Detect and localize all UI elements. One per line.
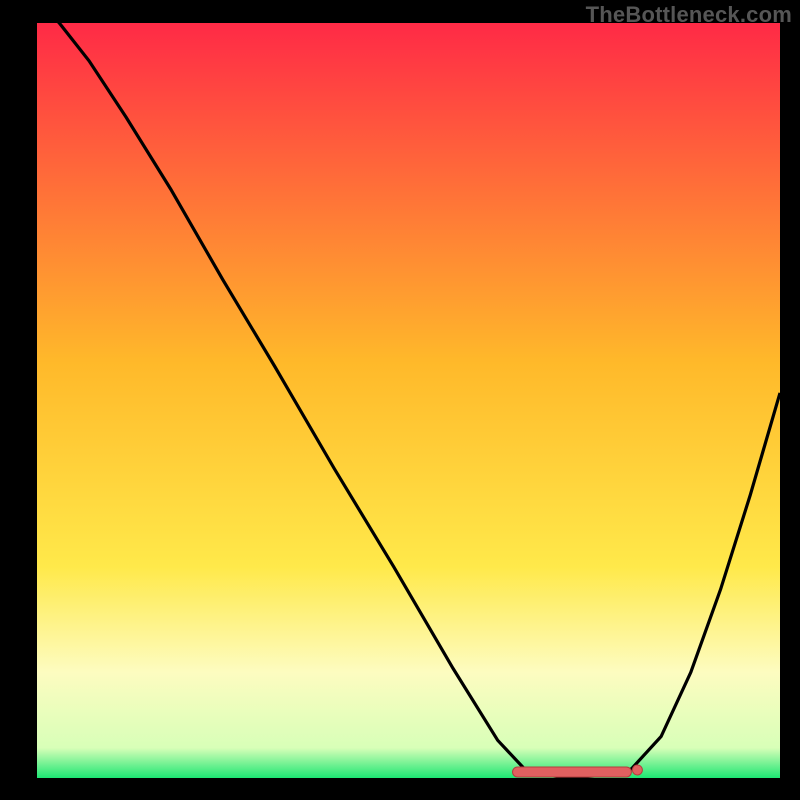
gradient-background bbox=[37, 23, 780, 778]
chart-frame: TheBottleneck.com bbox=[0, 0, 800, 800]
optimal-range-marker bbox=[513, 767, 632, 777]
bottleneck-chart bbox=[0, 0, 800, 800]
watermark-text: TheBottleneck.com bbox=[586, 2, 792, 28]
optimal-end-dot bbox=[632, 765, 642, 775]
